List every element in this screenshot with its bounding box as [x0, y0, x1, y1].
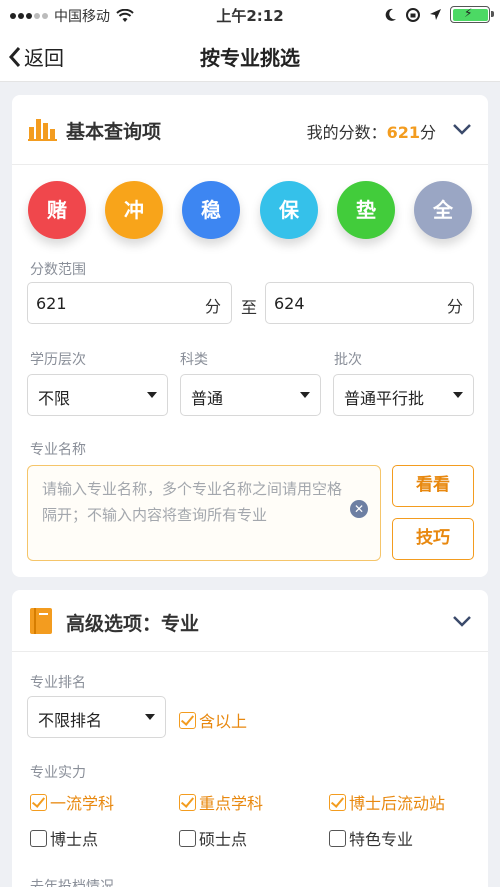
advanced-options-card: 高级选项：专业 专业排名 不限排名 含以上 专业实力 一流学科 重点学科 博士后…	[12, 590, 488, 887]
education-level-select[interactable]: 不限	[27, 374, 168, 416]
postdoc-station-label: 博士后流动站	[349, 794, 446, 813]
education-level-label: 学历层次	[30, 352, 86, 368]
safe-button[interactable]: 保	[260, 181, 318, 239]
rush-button[interactable]: 冲	[105, 181, 163, 239]
score-min-unit: 分	[204, 297, 221, 316]
first-class-discipline-label: 一流学科	[50, 794, 115, 813]
checkbox-unchecked-icon	[179, 829, 196, 847]
clear-icon[interactable]: ✕	[350, 500, 368, 518]
score-max-unit: 分	[446, 297, 463, 316]
rotation-lock-icon	[406, 7, 420, 22]
nav-bar: 返回 按专业挑选	[0, 30, 500, 82]
doctoral-program-label: 博士点	[50, 830, 99, 849]
major-strength-label: 专业实力	[30, 765, 86, 781]
my-score: 我的分数：621分	[307, 119, 436, 143]
checkbox-checked-icon	[30, 793, 47, 811]
subject-type-select[interactable]: 普通	[180, 374, 321, 416]
advanced-options-header[interactable]: 高级选项：专业	[12, 590, 488, 652]
tips-button[interactable]: 技巧	[392, 518, 474, 560]
major-name-input[interactable]: 请输入专业名称，多个专业名称之间请用空格隔开；不输入内容将查询所有专业 ✕	[27, 465, 381, 561]
major-name-label: 专业名称	[30, 442, 86, 458]
chevron-down-icon[interactable]	[452, 123, 472, 135]
featured-major-label: 特色专业	[349, 830, 414, 849]
book-icon	[30, 608, 52, 634]
checkbox-unchecked-icon	[329, 829, 346, 847]
gamble-button[interactable]: 赌	[28, 181, 86, 239]
major-rank-label: 专业排名	[30, 675, 86, 691]
batch-value: 普通平行批	[344, 389, 425, 408]
batch-select[interactable]: 普通平行批	[333, 374, 474, 416]
fallback-button[interactable]: 垫	[337, 181, 395, 239]
include-above-label: 含以上	[199, 712, 248, 731]
all-button[interactable]: 全	[414, 181, 472, 239]
batch-label: 批次	[334, 352, 362, 368]
stable-button[interactable]: 稳	[182, 181, 240, 239]
page-title: 按专业挑选	[200, 46, 300, 70]
score-range-label: 分数范围	[30, 262, 86, 278]
basic-query-title: 基本查询项	[66, 121, 162, 143]
look-button[interactable]: 看看	[392, 465, 474, 507]
checkbox-checked-icon	[179, 711, 196, 729]
advanced-options-title: 高级选项：专业	[66, 613, 200, 635]
battery-icon: ⚡	[450, 6, 494, 23]
score-max-input[interactable]	[274, 283, 424, 323]
basic-query-header[interactable]: 基本查询项 我的分数：621分	[12, 95, 488, 165]
location-icon	[430, 9, 441, 20]
basic-query-card: 基本查询项 我的分数：621分 赌 冲 稳 保 垫 全 分数范围 分 至 分 学…	[12, 95, 488, 577]
checkbox-checked-icon	[329, 793, 346, 811]
score-max-field[interactable]: 分	[265, 282, 474, 324]
moon-icon	[385, 8, 396, 21]
caret-down-icon	[453, 392, 463, 398]
caret-down-icon	[300, 392, 310, 398]
my-score-value: 621	[386, 123, 420, 142]
doctoral-program-checkbox[interactable]: 博士点	[30, 826, 98, 850]
caret-down-icon	[147, 392, 157, 398]
key-discipline-label: 重点学科	[199, 794, 264, 813]
master-program-checkbox[interactable]: 硕士点	[179, 826, 247, 850]
range-to-label: 至	[241, 298, 258, 317]
master-program-label: 硕士点	[199, 830, 248, 849]
featured-major-checkbox[interactable]: 特色专业	[329, 826, 413, 850]
first-class-discipline-checkbox[interactable]: 一流学科	[30, 790, 114, 814]
score-min-field[interactable]: 分	[27, 282, 232, 324]
subject-type-label: 科类	[180, 352, 208, 368]
chevron-down-icon[interactable]	[452, 615, 472, 627]
postdoc-station-checkbox[interactable]: 博士后流动站	[329, 790, 445, 814]
major-name-placeholder: 请输入专业名称，多个专业名称之间请用空格隔开；不输入内容将查询所有专业	[42, 480, 343, 524]
status-right: ⚡	[385, 6, 494, 23]
education-level-value: 不限	[38, 389, 71, 408]
caret-down-icon	[145, 714, 155, 720]
key-discipline-checkbox[interactable]: 重点学科	[179, 790, 263, 814]
my-score-unit: 分	[419, 123, 436, 142]
status-bar: 中国移动 上午2:12 ⚡	[0, 0, 500, 30]
my-score-label: 我的分数：	[306, 123, 387, 142]
include-above-checkbox[interactable]: 含以上	[179, 708, 247, 732]
major-rank-select[interactable]: 不限排名	[27, 696, 166, 738]
score-min-input[interactable]	[36, 283, 186, 323]
bar-chart-icon	[28, 119, 57, 141]
checkbox-unchecked-icon	[30, 829, 47, 847]
major-rank-value: 不限排名	[38, 711, 103, 730]
last-year-admission-label: 去年投档情况	[30, 879, 114, 887]
subject-type-value: 普通	[191, 389, 224, 408]
checkbox-checked-icon	[179, 793, 196, 811]
